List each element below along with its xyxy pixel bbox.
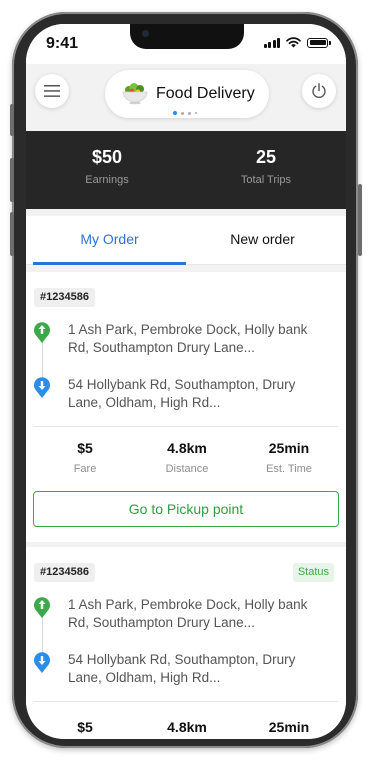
distance-metric: 4.8km Distance xyxy=(135,440,239,475)
earnings-value: $50 xyxy=(91,147,123,167)
mute-switch xyxy=(10,104,14,136)
order-id: #1234586 xyxy=(34,288,95,307)
distance-metric: 4.8km xyxy=(135,719,239,735)
status-time: 9:41 xyxy=(46,35,79,52)
order-card[interactable]: #1234586 1 Ash Park, Pembroke Dock, Holl… xyxy=(26,272,346,542)
divider xyxy=(34,701,338,702)
salad-bowl-icon xyxy=(122,83,148,105)
camera-icon xyxy=(142,30,149,37)
fare-value: $5 xyxy=(77,440,93,456)
pickup-pin-icon xyxy=(34,597,50,618)
order-card[interactable]: #1234586 Status 1 Ash Park, Pembroke Doc… xyxy=(26,547,346,739)
status-badge: Status xyxy=(292,563,334,582)
fare-metric: $5 xyxy=(33,719,137,735)
pickup-address: 1 Ash Park, Pembroke Dock, Holly bank Rd… xyxy=(68,597,308,630)
time-label: Est. Time xyxy=(266,463,312,475)
tab-new-order[interactable]: New order xyxy=(186,216,339,262)
go-to-pickup-button[interactable]: Go to Pickup point xyxy=(33,491,339,527)
status-bar: 9:41 xyxy=(26,24,346,64)
earnings-label: Earnings xyxy=(85,174,129,186)
time-metric: 25min Est. Time xyxy=(237,440,341,475)
order-tabs: My Order New order xyxy=(26,216,346,265)
tab-my-order[interactable]: My Order xyxy=(33,216,186,265)
cellular-signal-icon xyxy=(263,37,280,48)
dropoff-pin-icon xyxy=(34,377,50,398)
distance-label: Distance xyxy=(165,463,209,475)
total-trips-stat: 25 Total Trips xyxy=(206,147,326,186)
fare-metric: $5 Fare xyxy=(33,440,137,475)
dropoff-address: 54 Hollybank Rd, Southampton, Drury Lane… xyxy=(68,652,296,685)
power-icon xyxy=(312,83,326,98)
time-value: 25min xyxy=(268,440,310,456)
hamburger-menu-icon xyxy=(44,85,60,97)
stats-panel: $50 Earnings 25 Total Trips xyxy=(26,131,346,209)
distance-value: 4.8km xyxy=(167,719,207,735)
dropoff-address: 54 Hollybank Rd, Southampton, Drury Lane… xyxy=(68,377,296,410)
battery-icon xyxy=(307,37,331,48)
total-trips-value: 25 xyxy=(255,147,277,167)
pickup-address: 1 Ash Park, Pembroke Dock, Holly bank Rd… xyxy=(68,322,308,355)
volume-up-button xyxy=(10,158,14,202)
title-pill: Food Delivery xyxy=(105,70,269,118)
notch xyxy=(130,24,244,49)
power-button[interactable] xyxy=(302,74,336,108)
time-value: 25min xyxy=(268,719,310,735)
side-power-button xyxy=(358,184,362,256)
total-trips-label: Total Trips xyxy=(240,174,292,186)
divider xyxy=(34,426,338,427)
volume-down-button xyxy=(10,212,14,256)
time-metric: 25min xyxy=(237,719,341,735)
distance-value: 4.8km xyxy=(167,440,207,456)
status-icons xyxy=(263,37,331,48)
app-title: Food Delivery xyxy=(156,85,255,102)
page-indicator xyxy=(173,111,197,115)
earnings-stat: $50 Earnings xyxy=(47,147,167,186)
pickup-pin-icon xyxy=(34,322,50,343)
menu-button[interactable] xyxy=(35,74,69,108)
app-screen: 9:41 Food Delivery $50 Earnings 25 Total… xyxy=(26,24,346,739)
fare-value: $5 xyxy=(77,719,93,735)
app-header: Food Delivery xyxy=(26,64,346,131)
fare-label: Fare xyxy=(73,463,97,475)
wifi-icon xyxy=(286,37,301,48)
dropoff-pin-icon xyxy=(34,652,50,673)
order-id: #1234586 xyxy=(34,563,95,582)
